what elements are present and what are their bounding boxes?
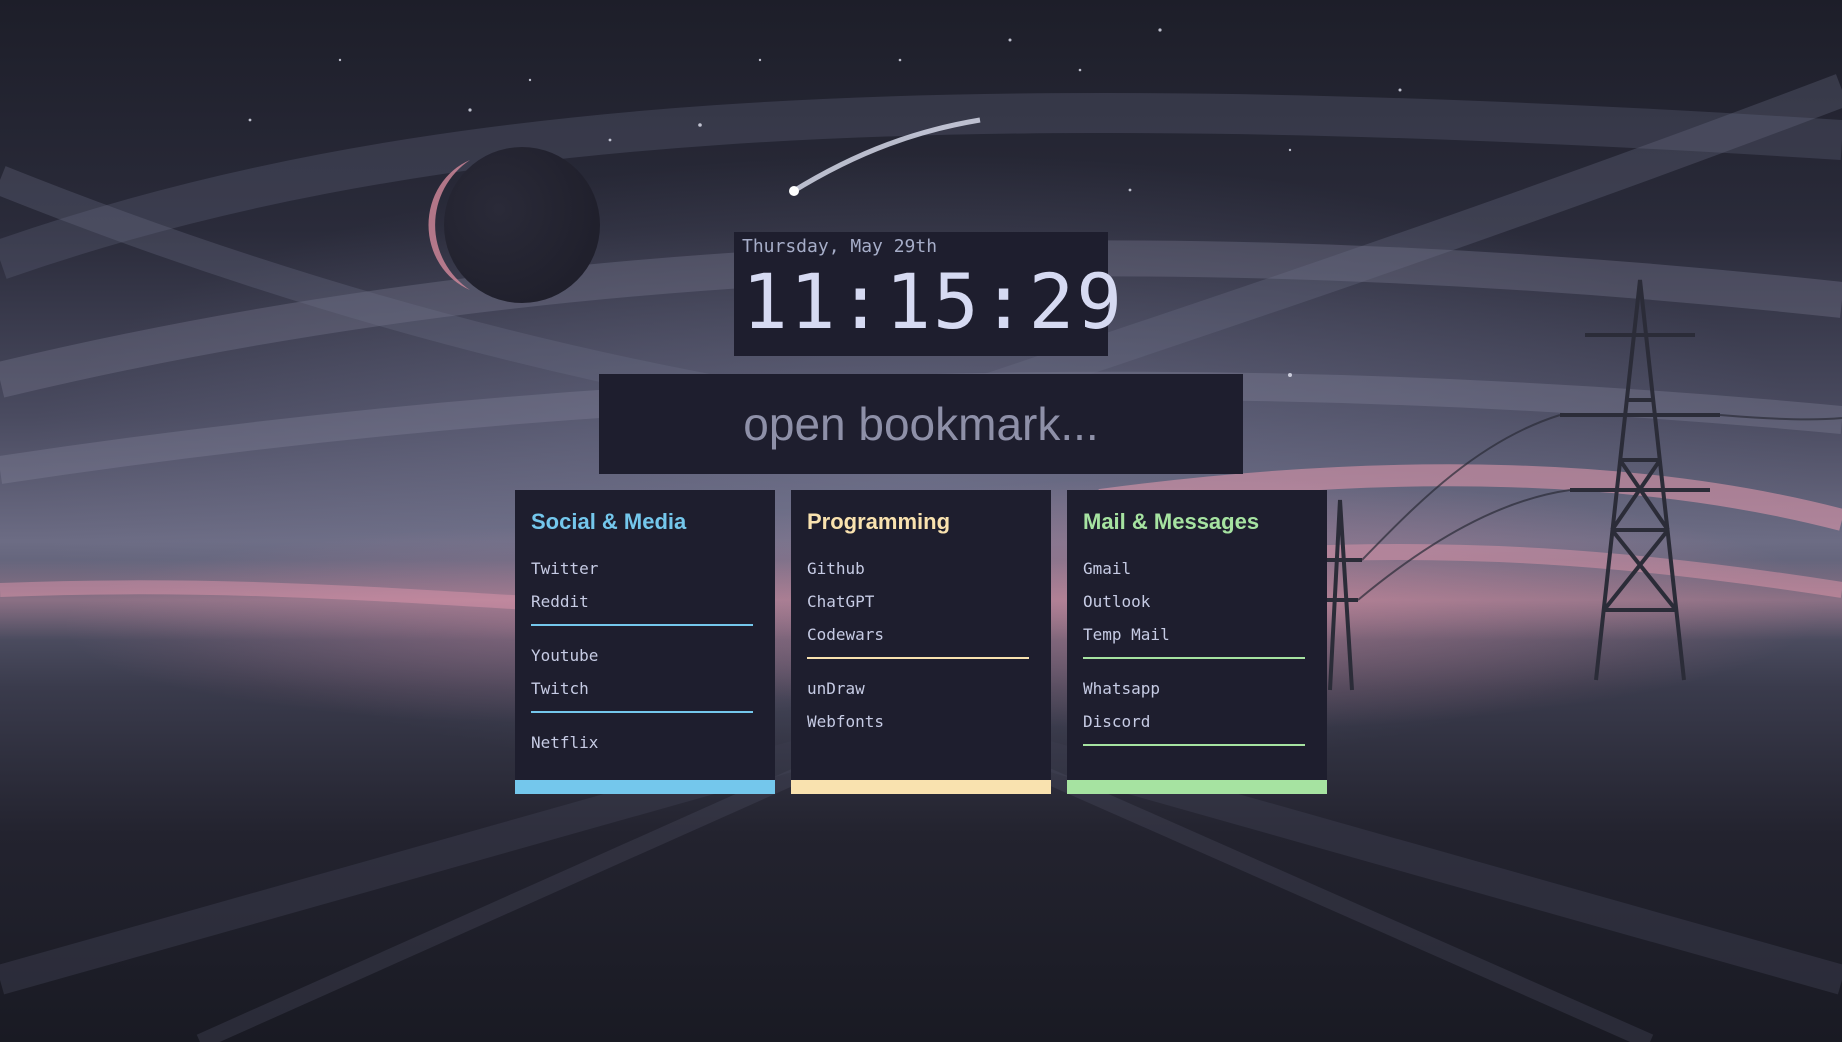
bookmark-link-youtube[interactable]: Youtube <box>531 639 759 672</box>
card-social-media: Social & Media Twitter Reddit Youtube Tw… <box>515 490 775 794</box>
bookmark-link-webfonts[interactable]: Webfonts <box>807 705 1035 738</box>
group-divider <box>807 657 1029 659</box>
card-title: Mail & Messages <box>1083 509 1260 534</box>
bookmark-link-gmail[interactable]: Gmail <box>1083 552 1311 585</box>
group-divider <box>531 711 753 713</box>
bookmark-link-github[interactable]: Github <box>807 552 1035 585</box>
bookmark-link-twitter[interactable]: Twitter <box>531 552 759 585</box>
clock-widget: Thursday, May 29th 11:15:29 <box>734 232 1125 356</box>
bookmark-link-twitch[interactable]: Twitch <box>531 672 759 705</box>
card-programming: Programming Github ChatGPT Codewars unDr… <box>791 490 1051 794</box>
bookmark-link-outlook[interactable]: Outlook <box>1083 585 1311 618</box>
clock-date: Thursday, May 29th <box>742 236 938 257</box>
card-accent-bar <box>515 780 775 794</box>
card-title: Social & Media <box>531 509 687 534</box>
bookmark-link-chatgpt[interactable]: ChatGPT <box>807 585 1035 618</box>
card-mail-messages: Mail & Messages Gmail Outlook Temp Mail … <box>1067 490 1327 794</box>
bookmark-link-whatsapp[interactable]: Whatsapp <box>1083 672 1311 705</box>
card-accent-bar <box>791 780 1051 794</box>
bookmark-search-box <box>599 373 1243 475</box>
group-divider <box>1083 744 1305 746</box>
bookmark-search-input[interactable] <box>599 373 1243 475</box>
bookmark-link-temp-mail[interactable]: Temp Mail <box>1083 618 1311 651</box>
bookmark-link-codewars[interactable]: Codewars <box>807 618 1035 651</box>
card-accent-bar <box>1067 780 1327 794</box>
bookmark-link-discord[interactable]: Discord <box>1083 705 1311 738</box>
group-divider <box>531 624 753 626</box>
bookmark-link-undraw[interactable]: unDraw <box>807 672 1035 705</box>
group-divider <box>1083 657 1305 659</box>
bookmark-link-reddit[interactable]: Reddit <box>531 585 759 618</box>
bookmark-link-netflix[interactable]: Netflix <box>531 726 759 759</box>
card-title: Programming <box>807 509 951 534</box>
clock-time: 11:15:29 <box>742 257 1125 346</box>
